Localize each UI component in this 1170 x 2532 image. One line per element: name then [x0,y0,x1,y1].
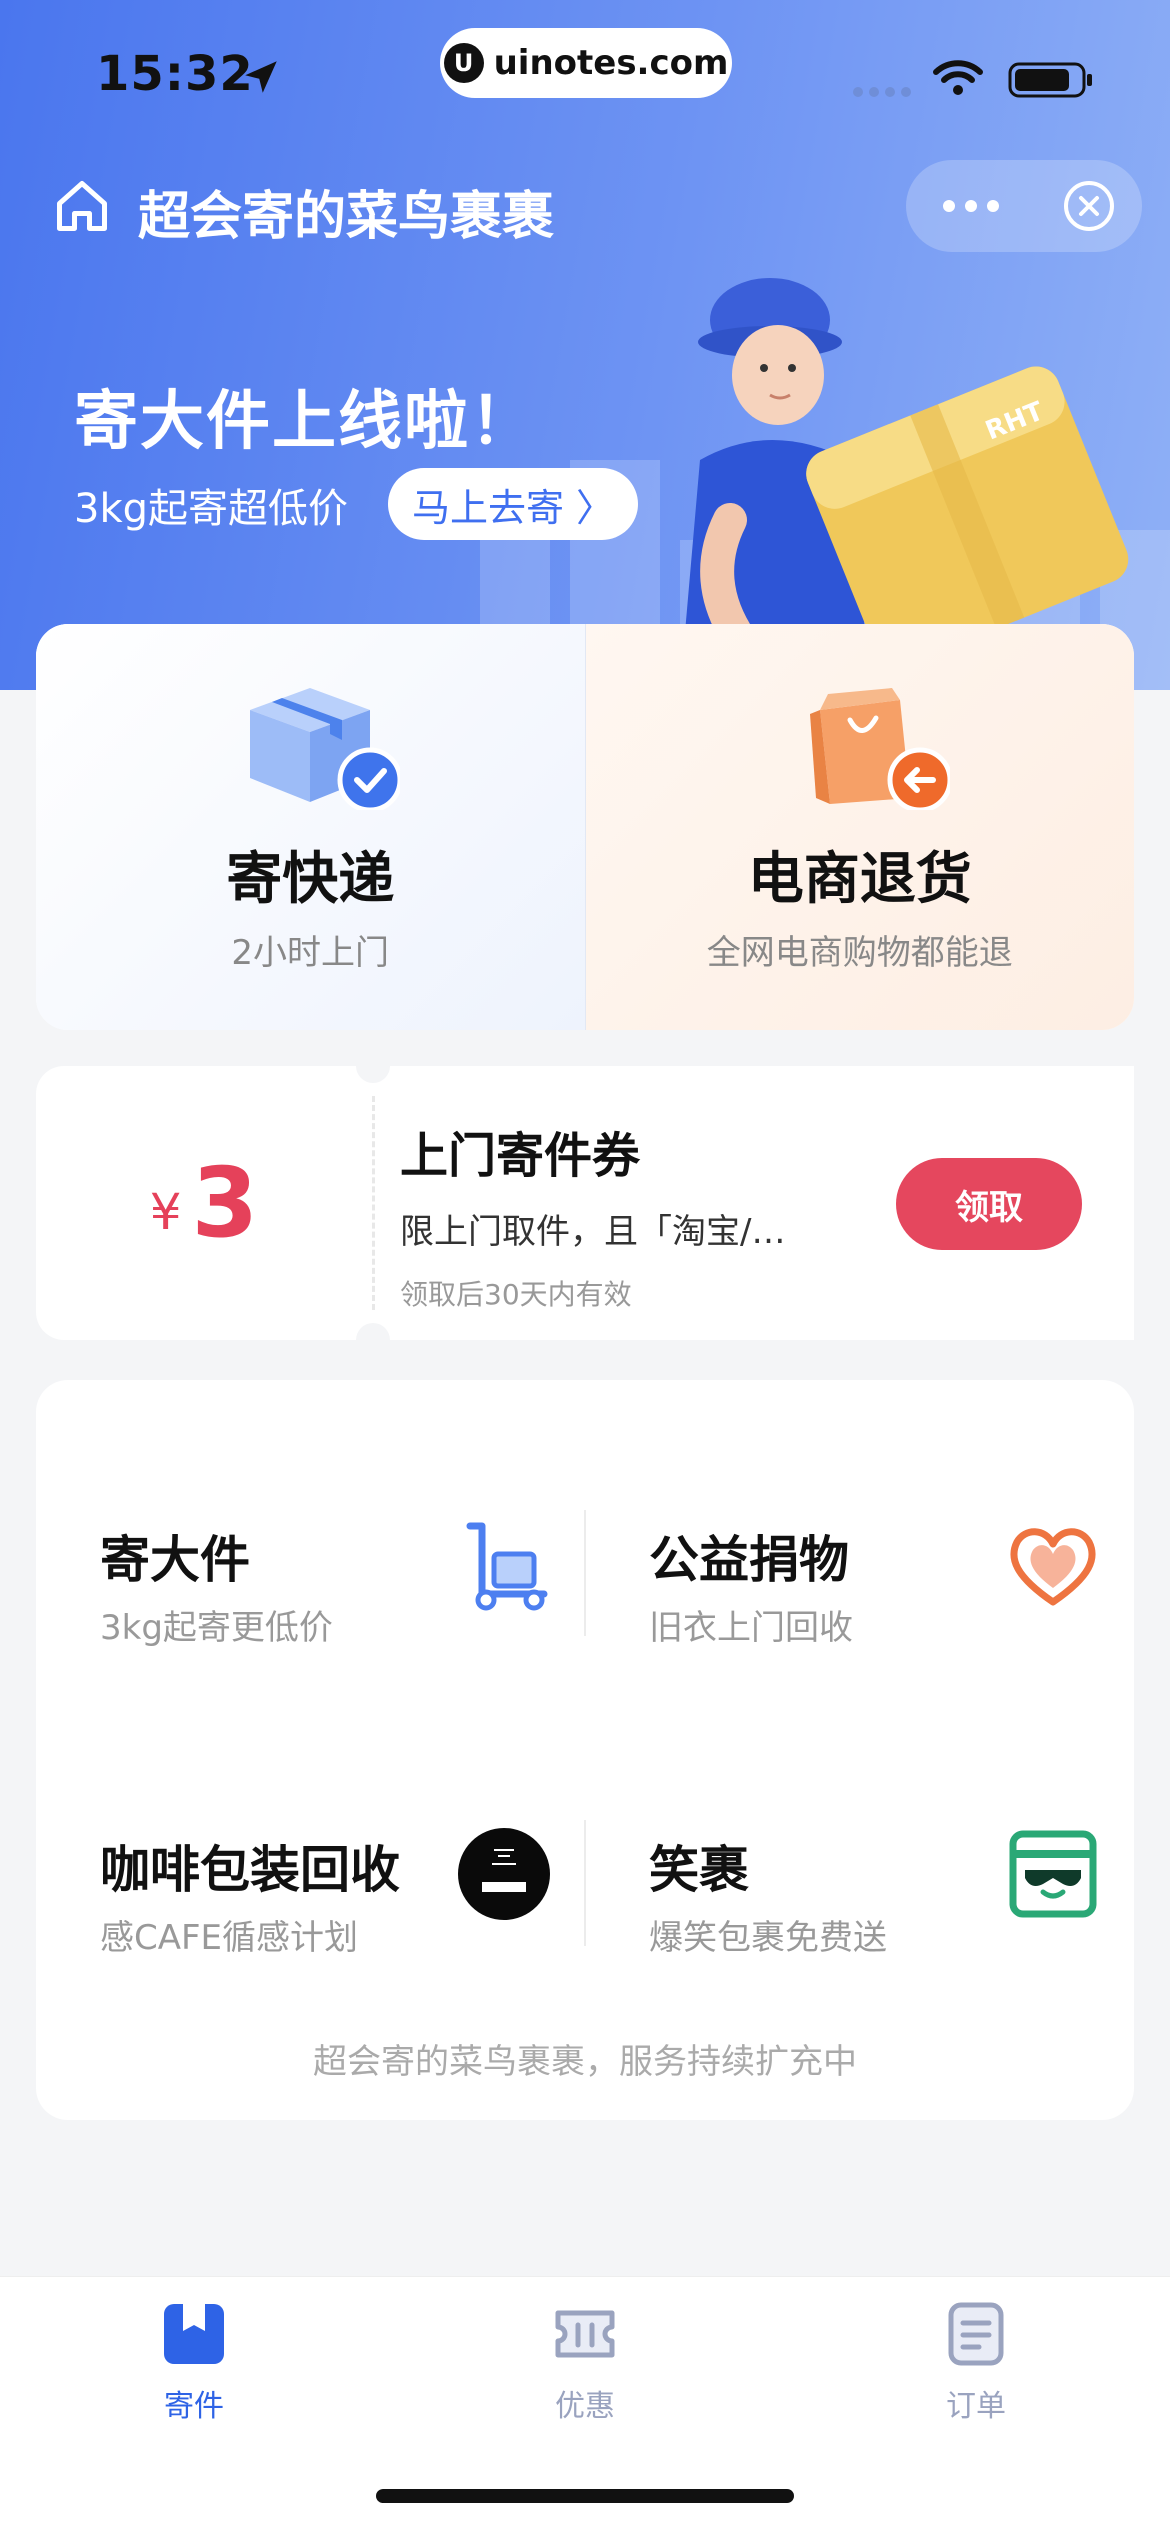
hand-truck-icon [466,1522,548,1611]
mini-program-capsule [906,160,1142,252]
wifi-icon [933,60,983,95]
bottom-tab-bar: 寄件 优惠 订单 [0,2276,1170,2532]
close-button[interactable] [1036,160,1142,252]
banner-subtitle: 3kg起寄超低价 [74,486,349,532]
tab-orders[interactable]: 订单 [876,2301,1076,2425]
tab-discount[interactable]: 优惠 [485,2301,685,2425]
coupon-value: 3 [191,1147,259,1259]
service-title: 电商退货 [747,847,972,912]
coupon-notch [356,1049,390,1083]
coupon-icon [555,2310,615,2358]
grid-item-subtitle: 3kg起寄更低价 [100,1608,333,1648]
grid-item-title: 笑裹 [649,1841,749,1899]
url-text: uinotes.com [493,43,729,83]
hero-banner[interactable]: RHT 15:32 U uinotes.com 超会寄的菜鸟裹裹 寄大件上线啦！… [0,0,1170,690]
more-dot-icon [987,200,999,212]
location-arrow-icon [245,61,277,93]
signal-icon [853,87,911,97]
battery-icon [1008,62,1092,98]
grid-item-subtitle: 感CAFE循感计划 [100,1918,359,1958]
more-dot-icon [965,200,977,212]
tab-label: 优惠 [555,2389,615,2424]
nav-bar: 超会寄的菜鸟裹裹 [0,160,1170,252]
coupon-divider [372,1096,375,1310]
url-pill[interactable]: U uinotes.com [440,28,732,98]
coupon-card: ¥ 3 上门寄件券 限上门取件，且「淘宝/… 领取后30天内有效 领取 [36,1049,1134,1357]
package-check-icon [250,688,401,810]
service-send-express[interactable]: 寄快递 2小时上门 [36,624,586,1030]
grid-item-title: 咖啡包装回收 [100,1841,400,1899]
order-list-icon [948,2302,1004,2366]
grid-item-subtitle: 旧衣上门回收 [649,1608,853,1648]
grid-item-title: 寄大件 [100,1531,250,1589]
grid-item-funny-parcel[interactable]: 笑裹 爆笑包裹免费送 [585,1790,1134,1990]
tab-label: 寄件 [164,2389,224,2424]
service-title: 寄快递 [226,847,395,912]
service-subtitle: 2小时上门 [231,933,390,973]
service-ecommerce-return[interactable]: 电商退货 全网电商购物都能退 [585,624,1134,1030]
grid-item-title: 公益捐物 [649,1531,849,1589]
home-indicator [376,2489,794,2503]
send-icon [164,2304,224,2364]
coupon-notch [356,1323,390,1357]
shopping-bag-return-icon [809,688,950,810]
page-title: 超会寄的菜鸟裹裹 [138,187,555,247]
more-button[interactable] [906,160,1036,252]
grid-item-coffee-recycle[interactable]: 咖啡包装回收 感CAFE循感计划 [36,1790,585,1990]
banner-title: 寄大件上线啦！ [74,385,536,459]
coupon-description: 限上门取件，且「淘宝/… [400,1212,786,1252]
grid-item-large-parcel[interactable]: 寄大件 3kg起寄更低价 [36,1480,585,1680]
status-bar: 15:32 U uinotes.com [0,0,1170,140]
heart-icon [1010,1528,1096,1606]
sunglasses-box-icon [1009,1830,1097,1918]
nescafe-logo-icon [458,1828,550,1920]
coupon-currency: ¥ [149,1183,182,1241]
main-services-card: 寄快递 2小时上门 电商退货 全网电商购物都能退 [36,624,1134,1030]
tab-label: 订单 [946,2389,1006,2424]
home-icon[interactable] [52,176,112,236]
more-dot-icon [943,200,955,212]
banner-cta-button[interactable]: 马上去寄 〉 [388,468,638,540]
grid-item-subtitle: 爆笑包裹免费送 [649,1918,887,1958]
more-services-card: 寄大件 3kg起寄更低价 公益捐物 旧衣上门回收 咖啡包装回收 感CAFE循感计… [36,1380,1134,2120]
grid-footer-note: 超会寄的菜鸟裹裹，服务持续扩充中 [313,2042,857,2082]
coupon-validity: 领取后30天内有效 [400,1278,632,1311]
claim-coupon-button[interactable]: 领取 [896,1158,1082,1250]
close-circle-icon [1064,181,1114,231]
coupon-amount: ¥ 3 [36,1066,372,1340]
service-subtitle: 全网电商购物都能退 [706,933,1013,973]
status-time: 15:32 [96,46,254,102]
site-logo-icon: U [443,43,484,83]
tab-send[interactable]: 寄件 [94,2301,294,2425]
grid-item-charity-donation[interactable]: 公益捐物 旧衣上门回收 [585,1480,1134,1680]
